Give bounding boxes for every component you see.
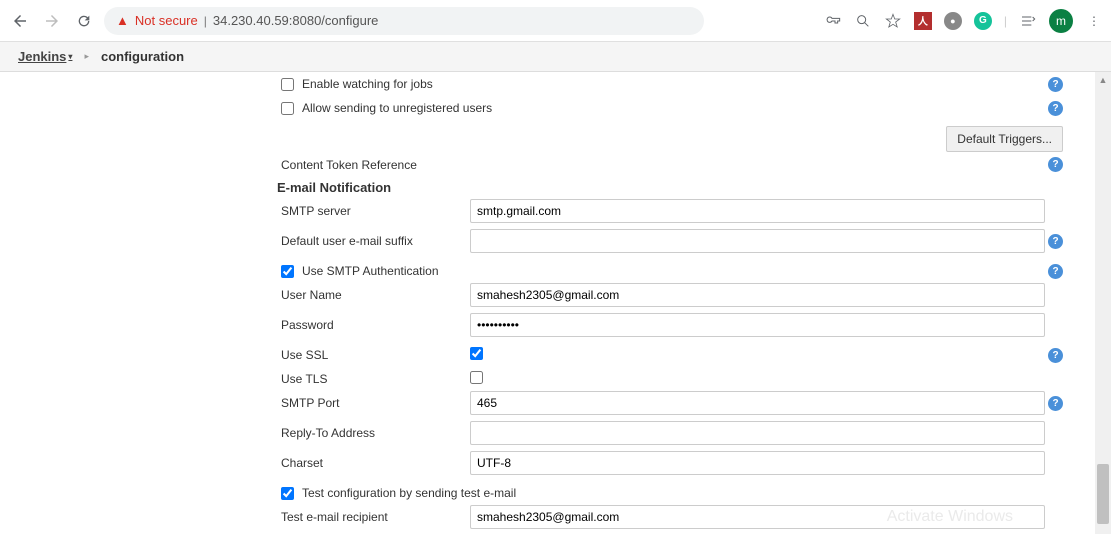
chevron-down-icon: ▾ <box>68 52 72 61</box>
use-ssl-checkbox[interactable] <box>470 347 483 360</box>
use-tls-label: Use TLS <box>278 372 470 386</box>
use-ssl-label: Use SSL <box>278 348 470 362</box>
key-icon[interactable] <box>824 12 842 30</box>
breadcrumb-jenkins-link[interactable]: Jenkins ▾ <box>18 49 72 64</box>
help-icon[interactable]: ? <box>1048 101 1063 116</box>
username-input[interactable] <box>470 283 1045 307</box>
scroll-thumb[interactable] <box>1097 464 1109 524</box>
charset-label: Charset <box>278 456 470 470</box>
allow-unregistered-checkbox[interactable] <box>281 102 294 115</box>
smtp-port-label: SMTP Port <box>278 396 470 410</box>
charset-input[interactable] <box>470 451 1045 475</box>
zoom-icon[interactable] <box>854 12 872 30</box>
address-bar[interactable]: ▲ Not secure | 34.230.40.59:8080/configu… <box>104 7 704 35</box>
username-label: User Name <box>278 288 470 302</box>
use-smtp-auth-checkbox[interactable] <box>281 265 294 278</box>
allow-unregistered-label: Allow sending to unregistered users <box>302 101 492 115</box>
use-smtp-auth-label: Use SMTP Authentication <box>302 264 439 278</box>
enable-watching-row[interactable]: Enable watching for jobs <box>278 75 1045 93</box>
help-icon[interactable]: ? <box>1048 77 1063 92</box>
test-recipient-input[interactable] <box>470 505 1045 529</box>
smtp-server-label: SMTP server <box>278 204 470 218</box>
star-icon[interactable] <box>884 12 902 30</box>
suffix-label: Default user e-mail suffix <box>278 234 470 248</box>
test-config-label: Test configuration by sending test e-mai… <box>302 486 516 500</box>
enable-watching-checkbox[interactable] <box>281 78 294 91</box>
help-icon[interactable]: ? <box>1048 348 1063 363</box>
reply-to-label: Reply-To Address <box>278 426 470 440</box>
reload-button[interactable] <box>72 9 96 33</box>
smtp-server-input[interactable] <box>470 199 1045 223</box>
url-separator: | <box>204 14 207 28</box>
vertical-scrollbar[interactable]: ▲ <box>1095 72 1111 534</box>
media-icon[interactable] <box>1019 12 1037 30</box>
smtp-port-input[interactable] <box>470 391 1045 415</box>
content-area: Enable watching for jobs ? Allow sending… <box>0 72 1093 534</box>
help-icon[interactable]: ? <box>1048 234 1063 249</box>
test-config-row[interactable]: Test configuration by sending test e-mai… <box>278 484 1045 502</box>
content-token-reference[interactable]: Content Token Reference <box>278 153 1045 175</box>
kebab-menu-icon[interactable]: ⋮ <box>1085 12 1103 30</box>
warning-icon: ▲ <box>116 13 129 28</box>
password-input[interactable] <box>470 313 1045 337</box>
use-smtp-auth-row[interactable]: Use SMTP Authentication <box>278 262 1045 280</box>
scroll-up-arrow-icon[interactable]: ▲ <box>1095 72 1111 88</box>
help-icon[interactable]: ? <box>1048 157 1063 172</box>
forward-button[interactable] <box>40 9 64 33</box>
divider: | <box>1004 14 1007 28</box>
suffix-input[interactable] <box>470 229 1045 253</box>
extension-circle-icon[interactable]: ● <box>944 12 962 30</box>
password-label: Password <box>278 318 470 332</box>
url-text: 34.230.40.59:8080/configure <box>213 13 379 28</box>
allow-unregistered-row[interactable]: Allow sending to unregistered users <box>278 99 1045 117</box>
enable-watching-label: Enable watching for jobs <box>302 77 433 91</box>
test-config-checkbox[interactable] <box>281 487 294 500</box>
use-tls-checkbox[interactable] <box>470 371 483 384</box>
extension-grammarly-icon[interactable]: G <box>974 12 992 30</box>
help-icon[interactable]: ? <box>1048 396 1063 411</box>
help-icon[interactable]: ? <box>1048 264 1063 279</box>
default-triggers-button[interactable]: Default Triggers... <box>946 126 1063 152</box>
browser-toolbar: ▲ Not secure | 34.230.40.59:8080/configu… <box>0 0 1111 42</box>
extension-pdf-icon[interactable]: 人 <box>914 12 932 30</box>
breadcrumb-current: configuration <box>101 49 184 64</box>
breadcrumb: Jenkins ▾ ▸ configuration <box>0 42 1111 72</box>
test-recipient-label: Test e-mail recipient <box>278 510 470 524</box>
security-status: Not secure <box>135 13 198 28</box>
email-notification-section: E-mail Notification <box>277 176 1063 199</box>
reply-to-input[interactable] <box>470 421 1045 445</box>
profile-avatar[interactable]: m <box>1049 9 1073 33</box>
breadcrumb-separator-icon: ▸ <box>84 51 89 62</box>
back-button[interactable] <box>8 9 32 33</box>
